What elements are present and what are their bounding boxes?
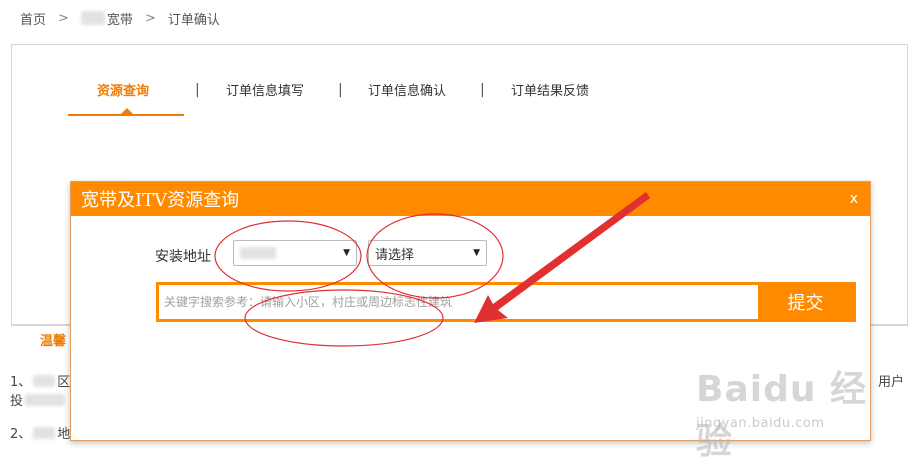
breadcrumb-middle[interactable]: 宽带 xyxy=(107,9,133,28)
notice-text: 区 xyxy=(57,375,71,390)
breadcrumb-current: 订单确认 xyxy=(167,12,220,28)
address-label: 安装地址 xyxy=(155,249,211,265)
notice-number: 1、 xyxy=(10,375,32,390)
active-step-underline xyxy=(68,114,184,116)
modal-header: 宽带及ITV资源查询 x xyxy=(71,182,870,216)
close-icon[interactable]: x xyxy=(850,191,858,207)
notice-line-2: 2、 地 xyxy=(10,423,70,442)
city-select[interactable]: ▼ xyxy=(233,240,357,266)
submit-button[interactable]: 提交 xyxy=(758,285,853,319)
district-select[interactable]: 请选择 ▼ xyxy=(368,240,487,266)
notice-text: 投 xyxy=(10,394,24,409)
step-order-confirm[interactable]: 订单信息确认 xyxy=(368,80,446,102)
breadcrumb-home[interactable]: 首页 xyxy=(20,9,46,28)
blurred-text xyxy=(80,11,105,25)
breadcrumb: 首页 > 宽带 > 订单确认 xyxy=(20,8,220,28)
modal-title: 宽带及ITV资源查询 xyxy=(81,190,240,211)
watermark-url: jingyan.baidu.com xyxy=(696,416,825,431)
blurred-text xyxy=(33,426,56,439)
dropdown-arrow-icon: ▼ xyxy=(473,248,480,258)
order-steps: 资源查询 | 订单信息填写 | 订单信息确认 | 订单结果反馈 xyxy=(68,80,668,120)
tip-label: 温馨 xyxy=(40,334,67,349)
step-divider: | xyxy=(195,82,200,98)
blurred-text xyxy=(33,374,56,387)
step-resource-query[interactable]: 资源查询 xyxy=(97,80,149,102)
blurred-text xyxy=(240,247,276,259)
notice-line-1: 1、 区 xyxy=(10,371,70,390)
step-order-fill[interactable]: 订单信息填写 xyxy=(226,80,304,102)
district-select-value: 请选择 xyxy=(375,247,415,263)
blurred-text xyxy=(25,393,66,406)
search-bar: 提交 xyxy=(156,282,856,322)
step-divider: | xyxy=(480,82,485,98)
breadcrumb-separator: > xyxy=(144,10,156,26)
dropdown-arrow-icon: ▼ xyxy=(343,248,350,258)
step-divider: | xyxy=(338,82,343,98)
step-order-result[interactable]: 订单结果反馈 xyxy=(511,80,589,102)
watermark-logo: Baidu 经验 xyxy=(696,369,868,460)
notice-line-1b: 投 xyxy=(10,390,66,409)
keyword-search-input[interactable] xyxy=(159,285,758,319)
breadcrumb-separator: > xyxy=(58,10,69,26)
notice-text: 地 xyxy=(57,427,71,442)
notice-number: 2、 xyxy=(10,427,32,442)
baidu-watermark: Baidu 经验 jingyan.baidu.com xyxy=(696,360,886,460)
